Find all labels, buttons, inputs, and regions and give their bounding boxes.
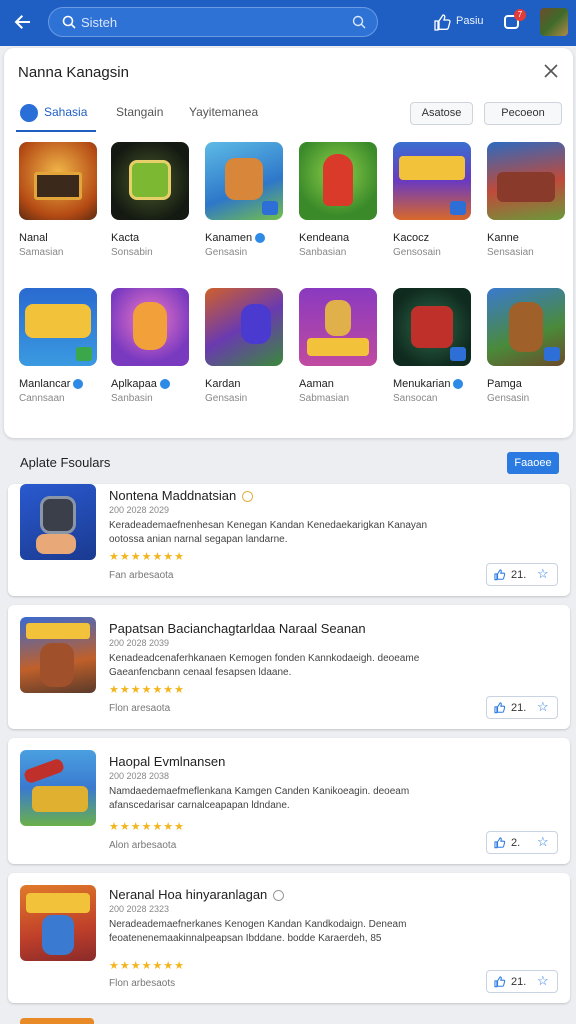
bus-game-icon bbox=[19, 142, 97, 220]
star-icon[interactable]: ☆ bbox=[537, 699, 549, 715]
close-icon[interactable] bbox=[542, 62, 560, 80]
tab-sahasia[interactable]: Sahasia bbox=[44, 105, 87, 119]
star-icon[interactable]: ☆ bbox=[537, 834, 549, 850]
puzzle-game-icon bbox=[393, 142, 471, 220]
rating-stars: ★★★★★★★ bbox=[109, 551, 186, 563]
card-title: Haopal Evmlnansen bbox=[109, 754, 226, 769]
card-footer: Flon arbesaots bbox=[109, 978, 176, 989]
verified-icon bbox=[242, 491, 254, 503]
active-tab-indicator bbox=[16, 130, 96, 132]
list-item[interactable]: Neranal Hoa hinyaranlagan 200 2028 2323 … bbox=[8, 873, 570, 1003]
filter-chip-pecoeon[interactable]: Pecoeon bbox=[484, 102, 562, 125]
back-arrow-icon[interactable] bbox=[10, 10, 34, 34]
app-tile[interactable]: Kacocz Gensosain bbox=[393, 142, 473, 258]
app-tile[interactable]: Kanamen Gensasin bbox=[205, 142, 285, 258]
section-action-button[interactable]: Faaoee bbox=[507, 452, 559, 474]
top-app-bar: Sisteh Pasiu 7 bbox=[0, 0, 576, 46]
star-icon[interactable]: ☆ bbox=[537, 566, 549, 582]
verified-icon bbox=[273, 890, 285, 902]
bubbles-game-icon bbox=[19, 288, 97, 366]
search-input[interactable]: Sisteh bbox=[81, 15, 117, 30]
card-footer: Alon arbesaota bbox=[109, 840, 177, 851]
soldier-game-icon bbox=[487, 288, 565, 366]
robot-arm-icon bbox=[20, 484, 96, 560]
app-tile[interactable]: Nanal Samasian bbox=[19, 142, 99, 258]
app-tile[interactable]: Aaman Sabmasian bbox=[299, 288, 379, 404]
farmer-game-icon bbox=[299, 288, 377, 366]
like-count: 2. bbox=[511, 837, 521, 849]
card-footer: Flon aresaota bbox=[109, 703, 171, 714]
adventure-game-icon bbox=[20, 885, 96, 961]
list-item[interactable]: Nontena Maddnatsian 200 2028 2029 Kerade… bbox=[8, 484, 570, 596]
card-meta: 200 2028 2039 bbox=[109, 638, 170, 648]
list-item[interactable]: Haopal Evmlnansen 200 2028 2038 Namdaede… bbox=[8, 738, 570, 864]
like-count: 21. bbox=[511, 976, 527, 988]
avatar[interactable] bbox=[540, 8, 568, 36]
thumbs-up-icon bbox=[494, 976, 506, 988]
verified-icon bbox=[73, 379, 84, 390]
thumbs-up-icon bbox=[494, 569, 506, 581]
search-submit-icon[interactable] bbox=[351, 14, 367, 30]
app-tile[interactable]: Kendeana Sanbasian bbox=[299, 142, 379, 258]
topbar-label[interactable]: Pasiu bbox=[456, 15, 484, 27]
thumbs-up-icon bbox=[494, 837, 506, 849]
games-panel: Nanna Kanagsin Sahasia Stangain Yayitema… bbox=[4, 48, 573, 438]
app-tile[interactable]: Kacta Sonsabin bbox=[111, 142, 191, 258]
thumbs-up-icon[interactable] bbox=[432, 12, 452, 32]
app-tile[interactable]: Pamga Gensasin bbox=[487, 288, 567, 404]
tab-yayitemanea[interactable]: Yayitemanea bbox=[189, 105, 258, 119]
notification-badge: 7 bbox=[514, 9, 526, 21]
explorer-game-icon bbox=[111, 288, 189, 366]
like-button[interactable]: 21. ☆ bbox=[486, 563, 558, 586]
card-meta: 200 2028 2038 bbox=[109, 771, 170, 781]
like-button[interactable]: 21. ☆ bbox=[486, 970, 558, 993]
card-description: Neradeademaefnerkanes Kenogen Kandan Kan… bbox=[109, 919, 407, 944]
warrior-game-icon bbox=[299, 142, 377, 220]
verified-icon bbox=[453, 379, 464, 390]
army-game-icon bbox=[487, 142, 565, 220]
app-tile[interactable]: Kardan Gensasin bbox=[205, 288, 285, 404]
rating-stars: ★★★★★★★ bbox=[109, 960, 186, 972]
card-footer: Fan arbesaota bbox=[109, 570, 174, 581]
panel-title: Nanna Kanagsin bbox=[18, 64, 129, 81]
card-description: Kenadeadcenaferhkanaen Kemogen fonden Ka… bbox=[109, 653, 420, 678]
app-tile[interactable]: Aplkapaa Sanbasin bbox=[111, 288, 191, 404]
star-icon[interactable]: ☆ bbox=[537, 973, 549, 989]
thumbs-up-icon bbox=[494, 702, 506, 714]
card-title: Papatsan Bacianchagtarldaa Naraal Seanan bbox=[109, 621, 366, 636]
rating-stars: ★★★★★★★ bbox=[109, 821, 186, 833]
app-tile[interactable]: Manlancar Cannsaan bbox=[19, 288, 99, 404]
like-count: 21. bbox=[511, 569, 527, 581]
filter-chip-asatose[interactable]: Asatose bbox=[410, 102, 473, 125]
ogre-game-icon bbox=[20, 617, 96, 693]
tab-stangain[interactable]: Stangain bbox=[116, 105, 163, 119]
list-item[interactable]: Papatsan Bacianchagtarldaa Naraal Seanan… bbox=[8, 605, 570, 729]
machine-game-icon bbox=[393, 288, 471, 366]
card-meta: 200 2028 2323 bbox=[109, 904, 170, 914]
app-tile[interactable]: Kanne Sensasian bbox=[487, 142, 567, 258]
section-title: Aplate Fsoulars bbox=[20, 455, 111, 470]
card-description: Namdaedemaefmeflenkana Kamgen Canden Kan… bbox=[109, 786, 410, 811]
app-tile[interactable]: Menukarian Sansocan bbox=[393, 288, 473, 404]
search-icon bbox=[62, 15, 76, 29]
next-list-item-thumbnail bbox=[20, 1018, 94, 1024]
rating-stars: ★★★★★★★ bbox=[109, 684, 186, 696]
like-button[interactable]: 21. ☆ bbox=[486, 696, 558, 719]
like-count: 21. bbox=[511, 702, 527, 714]
card-meta: 200 2028 2029 bbox=[109, 505, 170, 515]
robot-game-icon bbox=[111, 142, 189, 220]
verified-icon bbox=[255, 233, 266, 244]
card-title: Nontena Maddnatsian bbox=[109, 488, 237, 503]
hero-game-icon bbox=[205, 142, 283, 220]
card-description: Keradeademaefnenhesan Kenegan Kandan Ken… bbox=[109, 520, 428, 545]
battle-game-icon bbox=[205, 288, 283, 366]
like-button[interactable]: 2. ☆ bbox=[486, 831, 558, 854]
compass-icon bbox=[20, 104, 38, 122]
cannon-game-icon bbox=[20, 750, 96, 826]
search-bar[interactable]: Sisteh bbox=[48, 7, 378, 37]
verified-icon bbox=[159, 379, 170, 390]
card-title: Neranal Hoa hinyaranlagan bbox=[109, 887, 268, 902]
